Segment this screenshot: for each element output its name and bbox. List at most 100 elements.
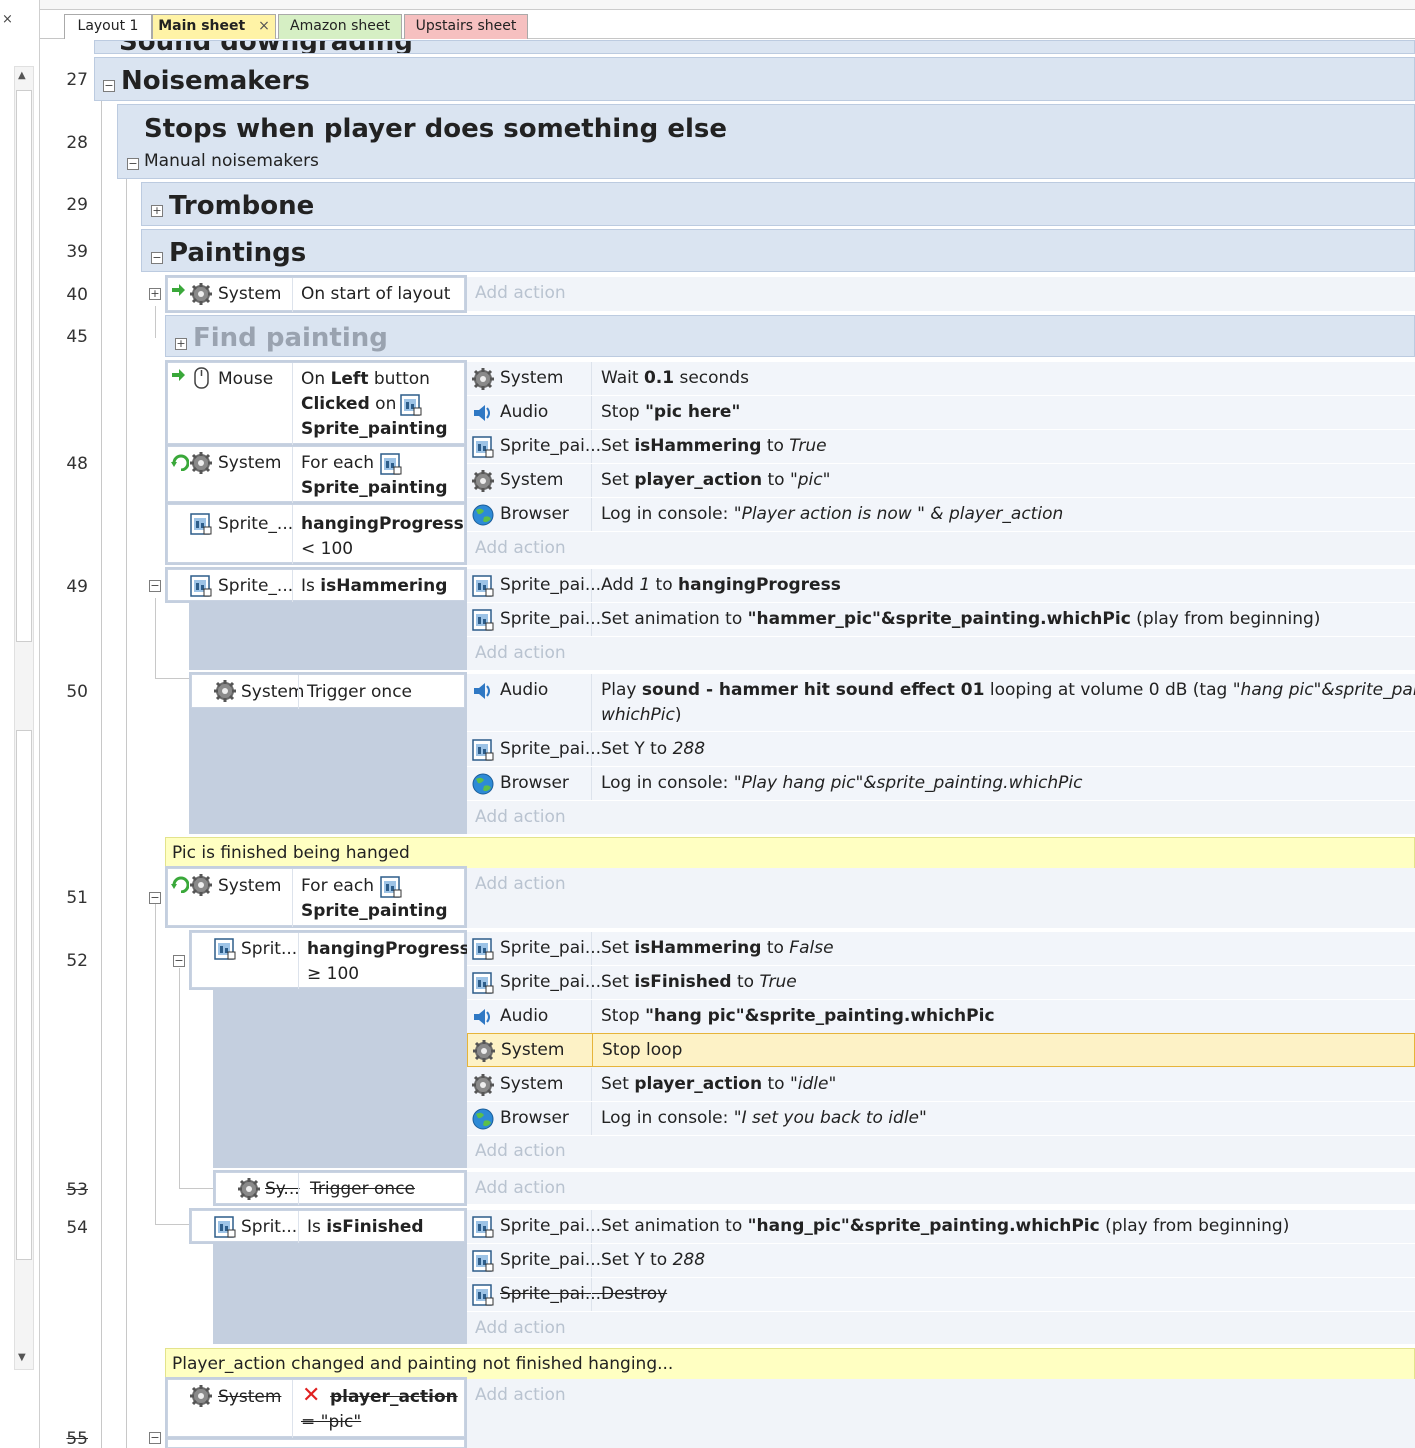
action-row[interactable]: Sprite_pai... Set animation to "hammer_p… bbox=[467, 603, 1415, 637]
scrollbar-thumb-lower[interactable] bbox=[16, 730, 32, 1260]
condition-object: System bbox=[218, 453, 282, 473]
event-51-condition[interactable]: System For each Sprite_painting bbox=[167, 868, 465, 927]
event-48-condition-progress[interactable]: Sprite_... hangingProgress < 100 bbox=[167, 504, 465, 564]
event-49-condition[interactable]: Sprite_... Is isHammering bbox=[167, 569, 465, 602]
group-title: Trombone bbox=[169, 191, 315, 221]
group-stops-when-player[interactable]: Stops when player does something else − … bbox=[117, 104, 1415, 179]
action-row[interactable]: Browser Log in console: "I set you back … bbox=[467, 1102, 1415, 1136]
collapse-icon[interactable]: − bbox=[151, 252, 163, 264]
event-54-indent bbox=[213, 1244, 467, 1344]
event-52-condition[interactable]: Sprit... hangingProgress ≥ 100 bbox=[191, 932, 470, 989]
event-53-condition[interactable]: Sy... Trigger once bbox=[215, 1172, 465, 1205]
collapse-icon[interactable]: − bbox=[127, 158, 139, 170]
gutter-x-icon[interactable]: × bbox=[2, 12, 13, 27]
add-action-link[interactable]: Add action bbox=[475, 1385, 566, 1405]
action-text: Set player_action to "idle" bbox=[601, 1074, 837, 1094]
tree-line bbox=[155, 1224, 190, 1225]
action-row[interactable]: System Set player_action to "pic" bbox=[467, 464, 1415, 498]
action-row[interactable]: Sprite_pai... Set isHammering to True bbox=[467, 430, 1415, 464]
tab-layout-1[interactable]: Layout 1 bbox=[64, 14, 152, 39]
action-text: Set player_action to "pic" bbox=[601, 470, 831, 490]
action-row-disabled[interactable]: Sprite_pai... Destroy bbox=[467, 1278, 1415, 1312]
action-text: Set isFinished to True bbox=[601, 972, 797, 992]
group-title: Stops when player does something else bbox=[144, 114, 727, 144]
action-object: Sprite_pai... bbox=[500, 938, 602, 958]
action-row[interactable]: Sprite_pai... Add 1 to hangingProgress bbox=[467, 569, 1415, 603]
speaker-icon bbox=[473, 404, 490, 422]
action-text: Stop "pic here" bbox=[601, 402, 741, 422]
event-40-condition[interactable]: System On start of layout bbox=[167, 277, 465, 312]
event-48-condition-foreach[interactable]: System For each Sprite_painting bbox=[167, 446, 465, 503]
event-50-condition[interactable]: System Trigger once bbox=[191, 674, 465, 709]
action-object: Audio bbox=[500, 402, 549, 422]
action-row[interactable]: Browser Log in console: "Play hang pic"&… bbox=[467, 767, 1415, 801]
add-action-link[interactable]: Add action bbox=[475, 807, 566, 827]
line-number: 55 bbox=[66, 1429, 88, 1448]
action-object: System bbox=[501, 1040, 565, 1060]
action-row[interactable]: Browser Log in console: "Player action i… bbox=[467, 498, 1415, 532]
event-40-actions bbox=[467, 277, 1415, 311]
add-action-link[interactable]: Add action bbox=[475, 874, 566, 894]
collapse-icon[interactable]: − bbox=[149, 1432, 161, 1444]
expand-icon[interactable]: + bbox=[151, 205, 163, 217]
action-row[interactable]: Sprite_pai... Set isFinished to True bbox=[467, 966, 1415, 1000]
add-action-link[interactable]: Add action bbox=[475, 643, 566, 663]
scroll-down-icon[interactable]: ▼ bbox=[18, 1352, 26, 1363]
action-object: Sprite_pai... bbox=[500, 1216, 602, 1236]
event-54-condition[interactable]: Sprit... Is isFinished bbox=[191, 1210, 465, 1243]
add-action-link[interactable]: Add action bbox=[475, 538, 566, 558]
add-action-link[interactable]: Add action bbox=[475, 1318, 566, 1338]
gear-icon bbox=[473, 1040, 495, 1062]
collapse-icon[interactable]: − bbox=[149, 580, 161, 592]
condition-text: Trigger once bbox=[310, 1179, 416, 1199]
sprite-icon bbox=[472, 1216, 494, 1238]
action-row[interactable]: System Set player_action to "idle" bbox=[467, 1068, 1415, 1102]
tab-main-sheet[interactable]: Main sheet × bbox=[152, 14, 276, 39]
action-row[interactable]: Sprite_pai... Set Y to 288 bbox=[467, 1244, 1415, 1278]
group-find-painting[interactable]: + Find painting bbox=[165, 315, 1415, 357]
action-text: Stop "hang pic"&sprite_painting.whichPic bbox=[601, 1006, 995, 1026]
add-action-link[interactable]: Add action bbox=[475, 1141, 566, 1161]
comment-row[interactable]: Player_action changed and painting not f… bbox=[165, 1348, 1415, 1380]
gear-icon bbox=[190, 452, 212, 474]
left-gutter: × ▲ ▼ bbox=[0, 0, 40, 1448]
action-row[interactable]: System Wait 0.1 seconds bbox=[467, 362, 1415, 396]
collapse-icon[interactable]: − bbox=[149, 892, 161, 904]
line-number: 49 bbox=[66, 577, 88, 597]
group-paintings[interactable]: − Paintings bbox=[141, 229, 1415, 272]
action-row[interactable]: Sprite_pai... Set Y to 288 bbox=[467, 733, 1415, 767]
add-action-link[interactable]: Add action bbox=[475, 283, 566, 303]
event-55-actions bbox=[467, 1379, 1415, 1448]
tree-line bbox=[155, 678, 190, 679]
event-55-condition[interactable]: System ✕ player_action = "pic" bbox=[167, 1379, 465, 1438]
group-sound-downgrading[interactable]: Sound downgrading bbox=[94, 40, 1415, 54]
condition-text: Sprite_painting bbox=[301, 478, 448, 498]
action-text: Log in console: "I set you back to idle" bbox=[601, 1108, 927, 1128]
tab-amazon-sheet[interactable]: Amazon sheet bbox=[278, 14, 402, 39]
action-text: whichPic) bbox=[601, 705, 682, 725]
event-48-condition-mouse[interactable]: Mouse On Left button Clicked on Sprite_p… bbox=[167, 362, 465, 445]
action-row[interactable]: Sprite_pai... Set animation to "hang_pic… bbox=[467, 1210, 1415, 1244]
condition-object: Sprite_... bbox=[218, 576, 294, 596]
comment-row[interactable]: Pic is finished being hanged bbox=[165, 837, 1415, 869]
group-title: Sound downgrading bbox=[119, 41, 413, 53]
collapse-icon[interactable]: − bbox=[173, 955, 185, 967]
group-trombone[interactable]: + Trombone bbox=[141, 182, 1415, 226]
event-49-subevent-indent bbox=[189, 603, 467, 670]
tab-upstairs-sheet[interactable]: Upstairs sheet bbox=[404, 14, 528, 39]
collapse-icon[interactable]: − bbox=[103, 80, 115, 92]
scrollbar-thumb[interactable] bbox=[16, 90, 32, 642]
action-row-selected[interactable]: System Stop loop bbox=[467, 1033, 1415, 1067]
expand-icon[interactable]: + bbox=[175, 338, 187, 350]
action-row[interactable]: Audio Stop "hang pic"&sprite_painting.wh… bbox=[467, 1000, 1415, 1034]
event-55-next-condition[interactable] bbox=[167, 1439, 465, 1448]
expand-icon[interactable]: + bbox=[149, 288, 161, 300]
add-action-link[interactable]: Add action bbox=[475, 1178, 566, 1198]
scroll-up-icon[interactable]: ▲ bbox=[18, 70, 26, 81]
globe-icon bbox=[472, 773, 494, 795]
close-tab-icon[interactable]: × bbox=[258, 18, 270, 34]
action-row[interactable]: Audio Play sound - hammer hit sound effe… bbox=[467, 674, 1415, 732]
action-row[interactable]: Sprite_pai... Set isHammering to False bbox=[467, 932, 1415, 966]
action-row[interactable]: Audio Stop "pic here" bbox=[467, 396, 1415, 430]
group-noisemakers[interactable]: − Noisemakers bbox=[94, 57, 1415, 101]
